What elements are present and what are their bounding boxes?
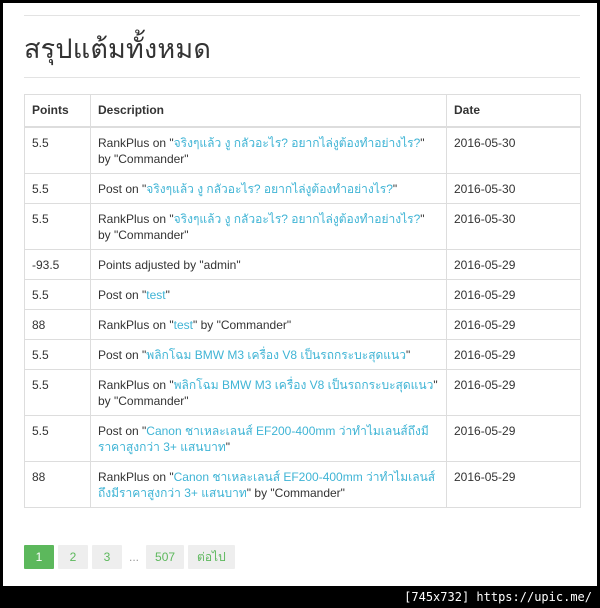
description-cell: Points adjusted by "admin" [90, 248, 447, 280]
column-header-points: Points [24, 94, 91, 128]
description-prefix: RankPlus on " [98, 469, 174, 484]
description-cell: RankPlus on "จริงๆแล้ว งู กลัวอะไร? อยาก… [90, 202, 447, 250]
date-cell: 2016-05-29 [446, 460, 581, 508]
description-suffix: " [405, 347, 411, 362]
description-prefix: Points adjusted by "admin" [98, 257, 241, 272]
post-link[interactable]: พลิกโฉม BMW M3 เครื่อง V8 เป็นรถกระบะสุด… [174, 378, 434, 392]
points-cell: 5.5 [24, 278, 91, 310]
description-suffix: " [225, 439, 231, 454]
points-cell: 5.5 [24, 202, 91, 250]
description-prefix: RankPlus on " [98, 317, 174, 332]
table-row: 5.5 Post on "จริงๆแล้ว งู กลัวอะไร? อยากไ… [24, 172, 581, 204]
points-cell: 5.5 [24, 414, 91, 462]
date-cell: 2016-05-30 [446, 202, 581, 250]
post-link[interactable]: test [146, 288, 165, 302]
description-suffix: " [392, 181, 398, 196]
table-row: 5.5 Post on "พลิกโฉม BMW M3 เครื่อง V8 เป… [24, 338, 581, 370]
points-cell: 5.5 [24, 172, 91, 204]
description-cell: Post on "พลิกโฉม BMW M3 เครื่อง V8 เป็นร… [90, 338, 447, 370]
description-prefix: RankPlus on " [98, 135, 174, 150]
description-cell: RankPlus on "test" by "Commander" [90, 308, 447, 340]
page-frame: สรุปแต้มทั้งหมด Points Description Date … [3, 3, 597, 586]
date-cell: 2016-05-30 [446, 126, 581, 174]
post-link[interactable]: test [174, 318, 193, 332]
page-title: สรุปแต้มทั้งหมด [24, 34, 212, 65]
page-link-3[interactable]: 3 [92, 545, 122, 569]
page-link-2[interactable]: 2 [58, 545, 88, 569]
pagination-ellipsis: ... [129, 550, 140, 564]
table-row: 5.5 Post on "Canon ชาเหละเลนส์ EF200-400m… [24, 414, 581, 462]
table-row: 5.5 Post on "test" 2016-05-29 [24, 278, 581, 310]
date-cell: 2016-05-29 [446, 278, 581, 310]
points-cell: 88 [24, 460, 91, 508]
post-link[interactable]: Canon ชาเหละเลนส์ EF200-400mm ว่าทำไมเลน… [98, 424, 429, 454]
description-cell: Post on "test" [90, 278, 447, 310]
date-cell: 2016-05-29 [446, 338, 581, 370]
table-row: 5.5 RankPlus on "จริงๆแล้ว งู กลัวอะไร? อ… [24, 126, 581, 174]
column-header-date: Date [446, 94, 581, 128]
table-row: 88 RankPlus on "Canon ชาเหละเลนส์ EF200-4… [24, 460, 581, 508]
date-cell: 2016-05-29 [446, 308, 581, 340]
points-table-container: Points Description Date 5.5 RankPlus on "… [24, 94, 581, 508]
date-cell: 2016-05-29 [446, 248, 581, 280]
description-prefix: RankPlus on " [98, 211, 174, 226]
description-prefix: Post on " [98, 347, 147, 362]
description-suffix: " by "Commander" [192, 317, 292, 332]
description-prefix: Post on " [98, 287, 147, 302]
table-row: 5.5 RankPlus on "พลิกโฉม BMW M3 เครื่อง V… [24, 368, 581, 416]
points-cell: -93.5 [24, 248, 91, 280]
post-link[interactable]: พลิกโฉม BMW M3 เครื่อง V8 เป็นรถกระบะสุด… [146, 348, 406, 362]
next-page-link[interactable]: ต่อไป [188, 545, 235, 569]
description-cell: RankPlus on "Canon ชาเหละเลนส์ EF200-400… [90, 460, 447, 508]
points-cell: 88 [24, 308, 91, 340]
description-prefix: Post on " [98, 423, 147, 438]
points-cell: 5.5 [24, 338, 91, 370]
table-row: -93.5 Points adjusted by "admin" 2016-05-2… [24, 248, 581, 280]
divider [24, 77, 580, 78]
post-link[interactable]: จริงๆแล้ว งู กลัวอะไร? อยากไล่งูต้องทำอย… [146, 182, 393, 196]
table-row: 88 RankPlus on "test" by "Commander" 2016-… [24, 308, 581, 340]
post-link[interactable]: จริงๆแล้ว งู กลัวอะไร? อยากไล่งูต้องทำอย… [174, 136, 421, 150]
date-cell: 2016-05-29 [446, 368, 581, 416]
post-link[interactable]: จริงๆแล้ว งู กลัวอะไร? อยากไล่งูต้องทำอย… [174, 212, 421, 226]
description-prefix: RankPlus on " [98, 377, 174, 392]
column-header-description: Description [90, 94, 447, 128]
description-cell: Post on "Canon ชาเหละเลนส์ EF200-400mm ว… [90, 414, 447, 462]
page-link-last[interactable]: 507 [146, 545, 185, 569]
date-cell: 2016-05-30 [446, 172, 581, 204]
description-prefix: Post on " [98, 181, 147, 196]
description-suffix: " [165, 287, 170, 302]
points-cell: 5.5 [24, 126, 91, 174]
points-cell: 5.5 [24, 368, 91, 416]
divider [24, 15, 580, 16]
points-table: Points Description Date 5.5 RankPlus on "… [24, 94, 581, 508]
page-link-1[interactable]: 1 [24, 545, 54, 569]
table-header-row: Points Description Date [24, 94, 581, 128]
date-cell: 2016-05-29 [446, 414, 581, 462]
description-cell: RankPlus on "พลิกโฉม BMW M3 เครื่อง V8 เ… [90, 368, 447, 416]
image-host-badge: [745x732] https://upic.me/ [400, 588, 596, 606]
table-row: 5.5 RankPlus on "จริงๆแล้ว งู กลัวอะไร? อ… [24, 202, 581, 250]
pagination: 1 2 3 ... 507 ต่อไป [24, 545, 239, 569]
description-cell: Post on "จริงๆแล้ว งู กลัวอะไร? อยากไล่ง… [90, 172, 447, 204]
description-suffix: " by "Commander" [246, 485, 345, 500]
description-cell: RankPlus on "จริงๆแล้ว งู กลัวอะไร? อยาก… [90, 126, 447, 174]
